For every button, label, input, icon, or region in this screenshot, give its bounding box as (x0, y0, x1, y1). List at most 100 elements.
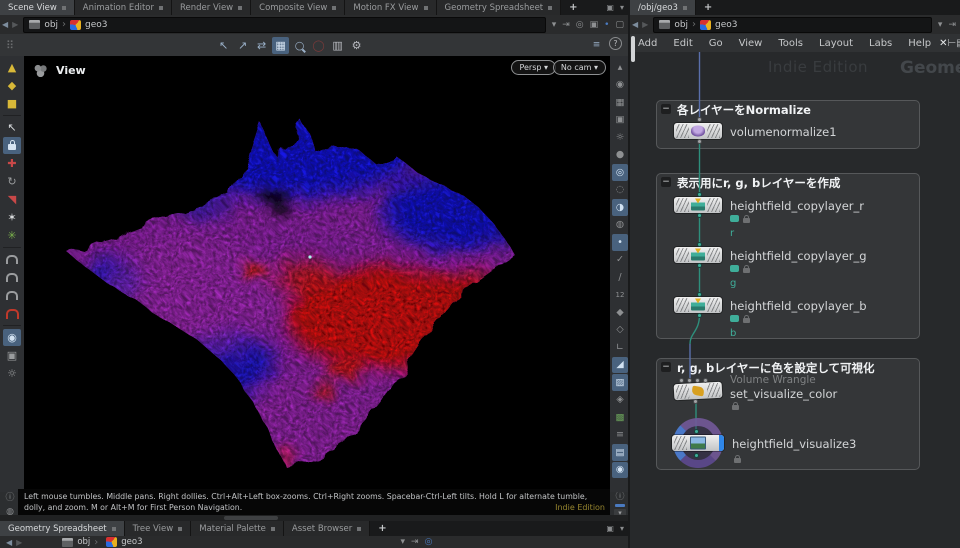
link-cube-icon[interactable]: ▣ (590, 20, 599, 30)
link-follow-icon[interactable]: ◎ (576, 20, 584, 30)
link-order-icon[interactable]: ≡ (588, 37, 605, 54)
tab-render-view[interactable]: Render View (172, 0, 251, 15)
visibility-icon[interactable]: ◉ (612, 77, 628, 94)
light-tool-icon[interactable]: ☼ (3, 365, 21, 382)
menu-help[interactable]: Help (900, 38, 939, 49)
node-heightfield-copylayer-r[interactable] (674, 197, 722, 213)
snapshot-frame-icon[interactable]: ▦ (612, 94, 628, 111)
node-heightfield-copylayer-g[interactable] (674, 247, 722, 263)
menu-edit[interactable]: Edit (665, 38, 700, 49)
node-input-dot[interactable] (697, 192, 702, 197)
pane-split-icon[interactable]: ▣ (606, 3, 614, 12)
comment-bubble-icon[interactable] (730, 315, 739, 322)
info-icon[interactable]: ⓘ (5, 490, 14, 503)
node-input-dot[interactable] (695, 378, 700, 383)
back-icon[interactable]: ◀ (2, 20, 8, 29)
tab-asset-browser[interactable]: Asset Browser (284, 521, 370, 536)
tab-scene-view[interactable]: Scene View (0, 0, 75, 15)
tab-geometry-spreadsheet-bottom[interactable]: Geometry Spreadsheet (0, 521, 125, 536)
tab-motion-fx-view[interactable]: Motion FX View (345, 0, 436, 15)
path-field[interactable]: obj › geo3 (653, 17, 932, 33)
secure-selection-icon[interactable] (3, 137, 21, 154)
node-input-dot[interactable] (694, 429, 699, 434)
snap-point-icon[interactable] (3, 287, 21, 304)
axis-tool-icon[interactable]: ✳ (3, 227, 21, 244)
node-heightfield-copylayer-b[interactable] (674, 297, 722, 313)
comment-bubble-icon[interactable] (730, 215, 739, 222)
camera-lock-icon[interactable]: ▣ (612, 112, 628, 129)
render-region-tool-icon[interactable]: ▣ (3, 347, 21, 364)
forward-icon[interactable]: ▶ (16, 538, 22, 547)
snapshot-icon[interactable]: ▤ (612, 444, 628, 461)
comment-bubble-icon[interactable] (730, 265, 739, 272)
breadcrumb-obj[interactable]: obj (674, 20, 688, 30)
link-follow-icon[interactable]: ◎ (425, 537, 433, 547)
breadcrumb-obj[interactable]: obj (77, 537, 90, 547)
move-tool-icon[interactable]: ✚ (3, 155, 21, 172)
path-dropdown-caret-icon[interactable]: ▾ (552, 20, 557, 30)
node-input-dot[interactable] (697, 117, 702, 122)
snap-grid-icon[interactable] (3, 251, 21, 268)
display-options-icon[interactable]: ⚙ (348, 37, 365, 54)
projection-menu-button[interactable]: Persp ▾ (511, 60, 556, 75)
close-tab-icon[interactable] (159, 6, 163, 10)
path-dropdown-caret-icon[interactable]: ▾ (938, 20, 943, 30)
node-output-dot[interactable] (697, 213, 702, 218)
menu-layout[interactable]: Layout (811, 38, 861, 49)
close-tab-icon[interactable] (238, 6, 242, 10)
new-tab-button[interactable]: + (696, 0, 720, 15)
display-flag[interactable] (719, 435, 724, 451)
scale-tool-icon[interactable]: ◥ (3, 191, 21, 208)
pose-tool-icon[interactable]: ✶ (3, 209, 21, 226)
close-tab-icon[interactable] (112, 527, 116, 531)
translate-tool-icon[interactable]: ⇄ (253, 37, 270, 54)
pane-menu-caret-icon[interactable]: ▾ (620, 3, 624, 12)
point-markers-icon[interactable]: ◌ (612, 182, 628, 199)
close-tab-icon[interactable] (548, 6, 552, 10)
prim-markers-icon[interactable]: ◆ (612, 304, 628, 321)
scene-viewport[interactable]: View Persp ▾ No cam ▾ (24, 56, 610, 515)
smooth-shade-icon[interactable]: ◑ (612, 199, 628, 216)
handles-tool-icon[interactable]: ↗ (234, 37, 251, 54)
network-editor-pane[interactable]: /obj/geo3 + ◀ ▶ obj › geo3 ▾ ⇥ Add Edit … (630, 0, 960, 548)
select-objects-icon[interactable]: ▲ (3, 59, 21, 76)
tab-composite-view[interactable]: Composite View (251, 0, 345, 15)
menu-labs[interactable]: Labs (861, 38, 900, 49)
select-tool-icon[interactable]: ↖ (3, 119, 21, 136)
select-visible-icon[interactable]: ✓ (612, 252, 628, 269)
camera-menu-button[interactable]: No cam ▾ (553, 60, 606, 75)
display-dot-icon[interactable]: • (612, 234, 628, 251)
back-icon[interactable]: ◀ (6, 538, 12, 547)
tree-view-icon[interactable]: ⊢ (947, 36, 956, 50)
pin-pane-icon[interactable]: ⇥ (562, 20, 570, 30)
select-points-icon[interactable]: ◆ (3, 77, 21, 94)
tab-animation-editor[interactable]: Animation Editor (75, 0, 172, 15)
group-highlight-icon[interactable]: ▩ (612, 409, 628, 426)
tab-material-palette[interactable]: Material Palette (191, 521, 284, 536)
background-image-icon[interactable]: ▨ (612, 374, 628, 391)
snap-multi-icon[interactable] (3, 305, 21, 322)
pane-split-icon[interactable]: ▣ (606, 524, 614, 533)
node-output-dot[interactable] (697, 263, 702, 268)
close-tab-icon[interactable] (178, 527, 182, 531)
path-dropdown-caret-icon[interactable]: ▾ (401, 537, 406, 547)
node-input-dot[interactable] (703, 378, 708, 383)
node-input-dot[interactable] (697, 292, 702, 297)
breadcrumb-geo3[interactable]: geo3 (121, 537, 142, 547)
pin-pane-icon[interactable]: ⇥ (948, 20, 956, 30)
node-output-dot[interactable] (697, 313, 702, 318)
close-tab-icon[interactable] (271, 527, 275, 531)
menu-go[interactable]: Go (701, 38, 731, 49)
headlight-icon[interactable]: ☼ (612, 129, 628, 146)
horizon-icon[interactable]: ◢ (612, 357, 628, 374)
node-input-dot[interactable] (697, 242, 702, 247)
flipbook-icon[interactable]: ▥ (329, 37, 346, 54)
select-primitives-icon[interactable]: ■ (3, 95, 21, 112)
display-points-icon[interactable]: ◎ (612, 164, 628, 181)
breadcrumb-geo3[interactable]: geo3 (85, 20, 107, 30)
node-output-dot[interactable] (694, 453, 699, 458)
wireframe-icon[interactable]: ◍ (612, 217, 628, 234)
shading-sphere-icon[interactable]: ● (612, 147, 628, 164)
radial-menu-icon[interactable]: ≡ (612, 427, 628, 444)
point-numbers-icon[interactable]: 12 (612, 287, 628, 304)
